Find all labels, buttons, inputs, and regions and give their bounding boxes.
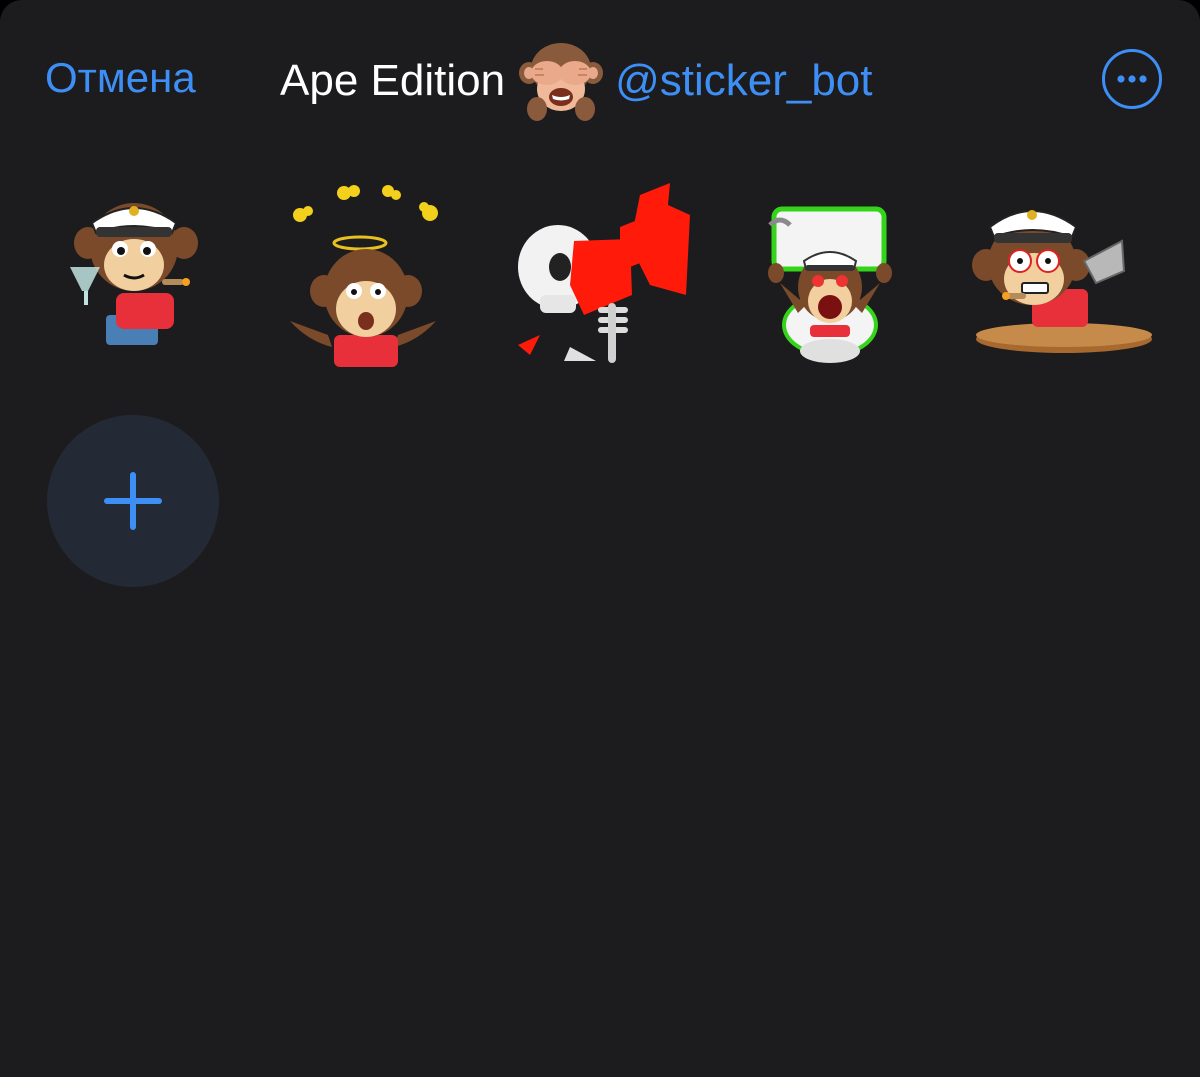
ellipsis-icon bbox=[1117, 75, 1147, 83]
dizzy-monkey-halo-sticker bbox=[290, 185, 438, 367]
cancel-button[interactable]: Отмена bbox=[45, 54, 196, 102]
more-options-button[interactable] bbox=[1102, 49, 1162, 109]
see-no-evil-monkey-icon bbox=[515, 39, 607, 123]
captain-monkey-laptop-sticker bbox=[972, 210, 1152, 353]
add-sticker-button[interactable] bbox=[47, 415, 219, 587]
bot-handle-link[interactable]: @sticker_bot bbox=[615, 57, 872, 105]
sticker-3[interactable] bbox=[500, 175, 696, 375]
sticker-pack-sheet: Отмена Ape Edition @sticker_bot bbox=[0, 0, 1200, 1077]
sticker-4[interactable] bbox=[734, 175, 930, 375]
angry-monkey-toilet-sticker bbox=[768, 206, 892, 363]
pack-title-text: Ape Edition bbox=[280, 56, 506, 105]
header: Отмена Ape Edition @sticker_bot bbox=[0, 40, 1200, 121]
pack-title: Ape Edition @sticker_bot bbox=[280, 43, 873, 121]
sticker-2[interactable] bbox=[268, 175, 464, 375]
skeleton-blood-sticker bbox=[518, 183, 690, 363]
sticker-1[interactable] bbox=[34, 175, 230, 375]
plus-icon bbox=[104, 472, 162, 530]
captain-monkey-cocktail-sticker bbox=[70, 203, 198, 345]
sticker-5[interactable] bbox=[966, 175, 1162, 375]
